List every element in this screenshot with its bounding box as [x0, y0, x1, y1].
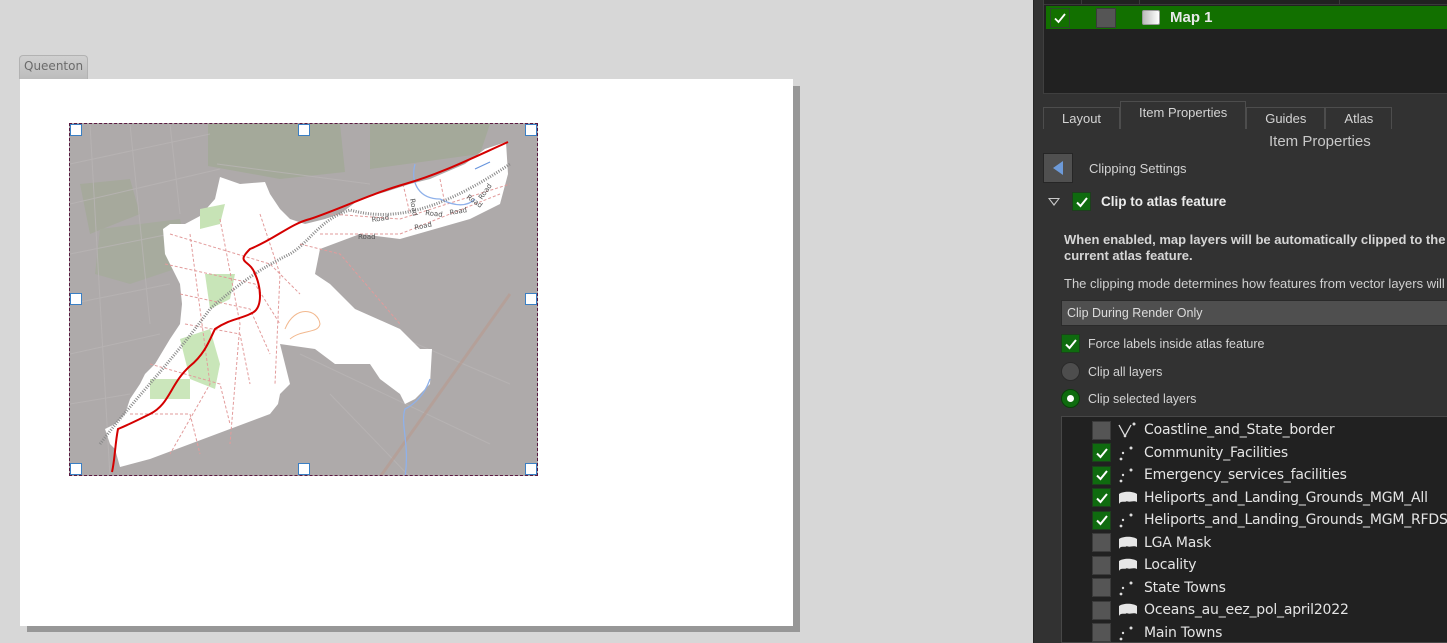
clip-selected-layers-label: Clip selected layers — [1088, 391, 1197, 406]
tab-guides[interactable]: Guides — [1246, 107, 1326, 129]
item-visible-checkbox[interactable] — [1050, 7, 1070, 28]
tab-item-properties[interactable]: Item Properties — [1120, 101, 1247, 129]
layer-name: Heliports_and_Landing_Grounds_MGM_RFDS_ — [1144, 512, 1447, 528]
point-layer-icon — [1117, 625, 1139, 641]
clip-all-layers-label: Clip all layers — [1088, 364, 1163, 379]
layer-name: Emergency_services_facilities — [1144, 467, 1347, 483]
layer-name: Main Towns — [1144, 624, 1223, 641]
clip-selected-layers-option[interactable]: Clip selected layers — [1061, 389, 1196, 408]
layer-name: LGA Mask — [1144, 534, 1212, 551]
map-item[interactable]: Road Road Road Road Road Road Road Road — [69, 123, 538, 476]
park-area — [150, 379, 190, 399]
layer-row[interactable]: LGA Mask — [1092, 532, 1211, 554]
tab-layout[interactable]: Layout — [1043, 107, 1121, 129]
polygon-layer-icon — [1117, 557, 1139, 573]
layer-checkbox[interactable] — [1092, 510, 1111, 530]
point-layer-icon — [1117, 512, 1139, 528]
force-labels-checkbox[interactable] — [1061, 334, 1080, 353]
clip-selected-layers-radio[interactable] — [1061, 389, 1080, 408]
layer-row[interactable]: State Towns — [1092, 577, 1226, 599]
layer-checkbox[interactable] — [1092, 420, 1111, 440]
atlas-feature-tab: Queenton — [19, 55, 89, 79]
layer-name: Community_Facilities — [1144, 444, 1289, 461]
layer-checkbox[interactable] — [1092, 623, 1111, 642]
layer-row[interactable]: Community_Facilities — [1092, 442, 1288, 464]
panel-tabs: Layout Item Properties Guides Atlas — [1043, 101, 1393, 129]
clip-to-atlas-group[interactable]: Clip to atlas feature — [1048, 192, 1226, 211]
resize-handle-right[interactable] — [525, 293, 537, 305]
layer-checkbox[interactable] — [1092, 443, 1111, 462]
resize-handle-bottom-left[interactable] — [70, 463, 82, 475]
check-icon — [1095, 492, 1108, 503]
map-item-icon — [1142, 10, 1160, 25]
layer-name: Heliports_and_Landing_Grounds_MGM_All — [1144, 489, 1428, 506]
map-render: Road Road Road Road Road Road Road Road — [70, 124, 537, 475]
layer-name: Oceans_au_eez_pol_april2022 — [1144, 602, 1349, 618]
resize-handle-left[interactable] — [70, 293, 82, 305]
layer-row[interactable]: Heliports_and_Landing_Grounds_MGM_All — [1092, 487, 1428, 509]
layer-row[interactable]: Heliports_and_Landing_Grounds_MGM_RFDS_ — [1092, 509, 1447, 531]
resize-handle-bottom-right[interactable] — [525, 463, 537, 475]
resize-handle-top[interactable] — [298, 124, 310, 136]
layer-checkbox[interactable] — [1092, 555, 1111, 575]
point-layer-icon — [1117, 467, 1139, 483]
item-row-map[interactable]: Map 1 — [1046, 6, 1447, 29]
layer-checkbox[interactable] — [1092, 578, 1111, 597]
clip-to-atlas-label: Clip to atlas feature — [1101, 194, 1227, 209]
clip-all-layers-option[interactable]: Clip all layers — [1061, 362, 1162, 381]
polygon-layer-icon — [1117, 490, 1139, 506]
layer-name: State Towns — [1144, 579, 1226, 596]
collapse-triangle-icon[interactable] — [1048, 197, 1060, 206]
layer-checkbox[interactable] — [1092, 600, 1111, 620]
check-icon — [1095, 515, 1108, 526]
check-icon — [1054, 12, 1066, 23]
layer-checkbox[interactable] — [1092, 465, 1111, 485]
clip-all-layers-radio[interactable] — [1061, 362, 1080, 381]
clip-mode-description: The clipping mode determines how feature… — [1064, 276, 1447, 291]
layout-canvas[interactable]: Queenton Road Road Road Road Road Road R… — [0, 0, 1033, 643]
polygon-layer-icon — [1117, 602, 1139, 618]
layer-row[interactable]: Main Towns — [1092, 622, 1223, 642]
clip-to-atlas-checkbox[interactable] — [1072, 192, 1091, 211]
road-label: Road — [358, 233, 376, 241]
panel-title: Item Properties — [1269, 133, 1371, 150]
items-tree-header — [1044, 0, 1447, 5]
back-arrow-icon — [1053, 161, 1063, 175]
resize-handle-bottom[interactable] — [298, 463, 310, 475]
check-icon — [1064, 338, 1077, 349]
layer-checkbox[interactable] — [1092, 533, 1111, 552]
section-title: Clipping Settings — [1089, 161, 1187, 176]
layer-checkbox[interactable] — [1092, 488, 1111, 507]
check-icon — [1095, 447, 1108, 458]
clip-mode-select[interactable]: Clip During Render Only — [1061, 300, 1447, 326]
layer-row[interactable]: Locality — [1092, 554, 1197, 576]
check-icon — [1075, 196, 1088, 207]
layer-row[interactable]: Emergency_services_facilities — [1092, 464, 1347, 486]
layer-list[interactable]: Coastline_and_State_border Community_Faci… — [1061, 416, 1447, 643]
items-tree[interactable]: Map 1 — [1043, 0, 1447, 94]
line-layer-icon — [1117, 422, 1139, 438]
back-button[interactable] — [1043, 153, 1073, 183]
layer-name: Coastline_and_State_border — [1144, 422, 1335, 438]
layer-row[interactable]: Coastline_and_State_border — [1092, 419, 1335, 441]
item-name: Map 1 — [1170, 9, 1213, 26]
polygon-layer-icon — [1117, 535, 1139, 551]
resize-handle-top-left[interactable] — [70, 124, 82, 136]
force-labels-option[interactable]: Force labels inside atlas feature — [1061, 334, 1264, 353]
point-layer-icon — [1117, 580, 1139, 596]
check-icon — [1095, 470, 1108, 481]
resize-handle-top-right[interactable] — [525, 124, 537, 136]
force-labels-label: Force labels inside atlas feature — [1088, 336, 1265, 351]
properties-panel: Map 1 Layout Item Properties Guides Atla… — [1033, 0, 1447, 643]
layer-name: Locality — [1144, 557, 1197, 573]
point-layer-icon — [1117, 445, 1139, 461]
item-lock-checkbox[interactable] — [1096, 7, 1116, 28]
clip-description: When enabled, map layers will be automat… — [1064, 232, 1446, 263]
layer-row[interactable]: Oceans_au_eez_pol_april2022 — [1092, 599, 1349, 621]
tab-atlas[interactable]: Atlas — [1325, 107, 1393, 129]
